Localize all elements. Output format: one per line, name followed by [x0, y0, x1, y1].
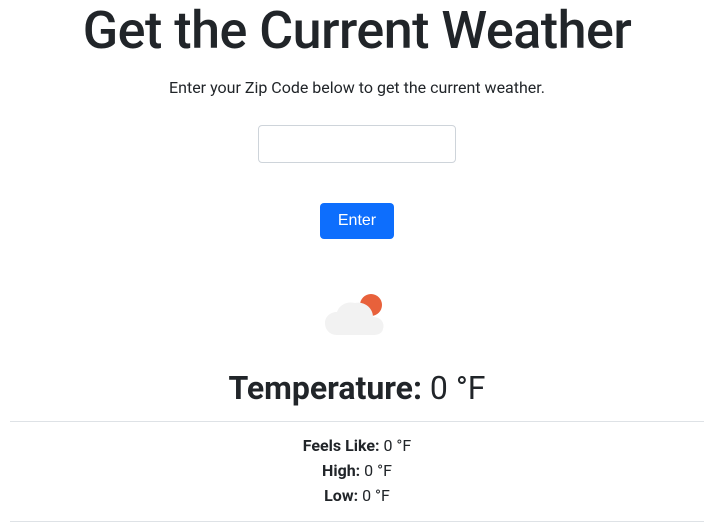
- cloud-sun-icon: [323, 291, 391, 341]
- low-row: Low: 0 °F: [10, 484, 704, 509]
- enter-button[interactable]: Enter: [320, 203, 394, 239]
- feels-like-row: Feels Like: 0 °F: [10, 434, 704, 459]
- high-row: High: 0 °F: [10, 459, 704, 484]
- temperature-label: Temperature:: [229, 369, 422, 407]
- temperature-row: Temperature: 0 °F: [10, 369, 704, 407]
- temperature-value: 0 °F: [430, 369, 486, 407]
- zip-input[interactable]: [258, 125, 456, 163]
- page-title: Get the Current Weather: [10, 0, 704, 62]
- high-value: 0 °F: [364, 461, 392, 480]
- weather-icon-container: [10, 291, 704, 341]
- feels-like-label: Feels Like:: [303, 436, 380, 455]
- low-label: Low:: [324, 486, 358, 505]
- feels-like-value: 0 °F: [383, 436, 411, 455]
- weather-details: Feels Like: 0 °F High: 0 °F Low: 0 °F: [10, 434, 704, 508]
- divider: [10, 421, 704, 422]
- page-subtitle: Enter your Zip Code below to get the cur…: [10, 78, 704, 97]
- low-value: 0 °F: [362, 486, 390, 505]
- high-label: High:: [322, 461, 360, 480]
